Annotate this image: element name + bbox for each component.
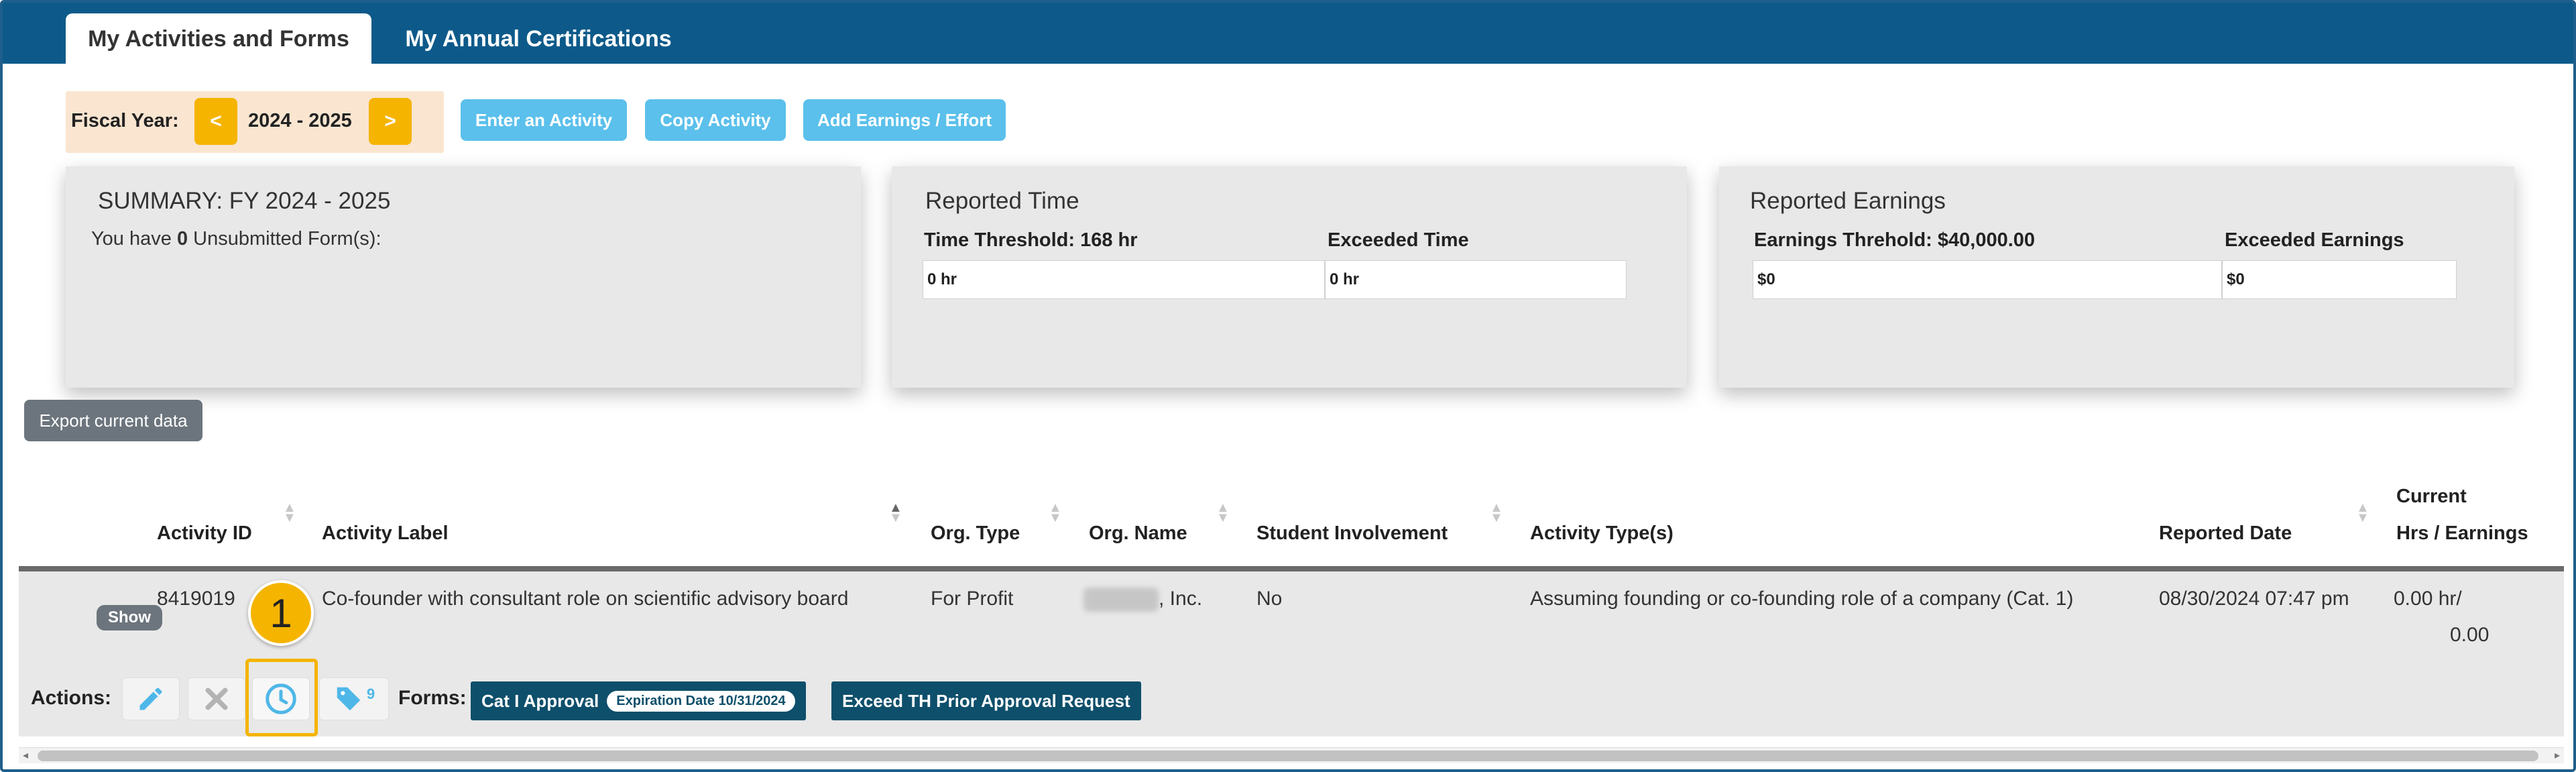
cell-current-earnings: 0.00: [2450, 624, 2490, 646]
prev-year-button[interactable]: <: [194, 98, 237, 145]
col-activity-types[interactable]: Activity Type(s): [1530, 522, 1674, 545]
col-current-line1[interactable]: Current: [2396, 486, 2467, 508]
actions-label: Actions:: [31, 687, 111, 709]
earnings-threshold-value: $0: [1753, 260, 2222, 299]
export-data-button[interactable]: Export current data: [24, 400, 202, 441]
unsubmitted-forms-text: You have 0 Unsubmitted Form(s):: [91, 228, 382, 250]
redacted-org-name: [1084, 588, 1159, 612]
exceeded-time-value: 0 hr: [1325, 260, 1627, 299]
scrollbar-thumb[interactable]: [38, 751, 2538, 761]
time-threshold-value: 0 hr: [923, 260, 1325, 299]
tag-count: 9: [366, 685, 375, 702]
unsubmitted-prefix: You have: [91, 228, 177, 250]
tab-annual-certifications[interactable]: My Annual Certifications: [388, 13, 689, 64]
form-exceed-th[interactable]: Exceed TH Prior Approval Request: [831, 681, 1141, 720]
col-activity-label[interactable]: Activity Label: [322, 522, 449, 545]
fiscal-year-value: 2024 - 2025: [248, 110, 352, 131]
unsubmitted-suffix: Unsubmitted Form(s):: [188, 228, 382, 250]
summary-title: SUMMARY: FY 2024 - 2025: [98, 188, 391, 214]
form-cat1-approval[interactable]: Cat I Approval Expiration Date 10/31/202…: [471, 681, 806, 720]
sort-icon[interactable]: ▲ ▼: [283, 501, 296, 525]
cell-student-involvement: No: [1256, 588, 1283, 610]
fiscal-year-label: Fiscal Year:: [71, 110, 179, 131]
col-current-line2[interactable]: Hrs / Earnings: [2396, 522, 2528, 545]
app-window: My Activities and Forms My Annual Certif…: [0, 0, 2576, 772]
enter-activity-button[interactable]: Enter an Activity: [461, 99, 627, 141]
close-icon: [205, 687, 228, 710]
tag-icon: [337, 687, 361, 711]
cell-reported-date: 08/30/2024 07:47 pm: [2159, 588, 2349, 610]
expiration-badge: Expiration Date 10/31/2024: [607, 690, 795, 712]
show-details-button[interactable]: Show: [97, 605, 162, 630]
summary-card: SUMMARY: FY 2024 - 2025 You have 0 Unsub…: [66, 166, 861, 388]
cell-current-hours: 0.00 hr/: [2394, 588, 2462, 610]
cell-org-name: , Inc.: [1159, 588, 1203, 610]
col-activity-id[interactable]: Activity ID: [157, 522, 252, 545]
col-org-name[interactable]: Org. Name: [1089, 522, 1187, 545]
add-earnings-button[interactable]: Add Earnings / Effort: [803, 99, 1006, 141]
horizontal-scrollbar[interactable]: ◂ ▸: [19, 747, 2564, 763]
sort-icon[interactable]: ▲ ▼: [1490, 501, 1503, 525]
step-callout: 1: [248, 580, 314, 646]
exceeded-time-label: Exceeded Time: [1328, 229, 1469, 251]
sort-icon[interactable]: ▲ ▼: [1049, 501, 1062, 525]
scroll-left-icon[interactable]: ◂: [23, 749, 28, 762]
forms-label: Forms:: [398, 687, 467, 709]
tab-my-activities[interactable]: My Activities and Forms: [66, 13, 371, 64]
sort-icon[interactable]: ▲ ▼: [1216, 501, 1230, 525]
edit-button[interactable]: [122, 677, 180, 720]
time-threshold-label: Time Threshold: 168 hr: [924, 229, 1138, 251]
reported-earnings-title: Reported Earnings: [1750, 188, 1946, 214]
tab-bar: My Activities and Forms My Annual Certif…: [3, 3, 2573, 64]
cell-activity-id: 8419019: [157, 588, 235, 610]
scroll-right-icon[interactable]: ▸: [2555, 749, 2560, 762]
form-cat1-label: Cat I Approval: [481, 690, 599, 711]
highlight-box: [245, 659, 318, 736]
reported-time-card: Reported Time Time Threshold: 168 hr 0 h…: [892, 166, 1687, 388]
unsubmitted-count: 0: [176, 228, 188, 250]
exceeded-earnings-label: Exceeded Earnings: [2225, 229, 2404, 251]
cell-org-type: For Profit: [931, 588, 1014, 610]
col-reported-date[interactable]: Reported Date: [2159, 522, 2292, 545]
reported-earnings-card: Reported Earnings Earnings Threhold: $40…: [1719, 166, 2514, 388]
fiscal-year-selector: Fiscal Year: < 2024 - 2025 >: [66, 91, 444, 153]
col-org-type[interactable]: Org. Type: [931, 522, 1020, 545]
reported-time-title: Reported Time: [925, 188, 1079, 214]
sort-icon[interactable]: ▲ ▼: [2356, 501, 2369, 525]
pencil-icon: [139, 687, 162, 710]
sort-icon[interactable]: ▲ ▼: [889, 501, 902, 525]
delete-button[interactable]: [188, 677, 245, 720]
cell-activity-label: Co-founder with consultant role on scien…: [322, 588, 849, 610]
copy-activity-button[interactable]: Copy Activity: [645, 99, 786, 141]
exceeded-earnings-value: $0: [2222, 260, 2457, 299]
col-student-involvement[interactable]: Student Involvement: [1256, 522, 1448, 545]
next-year-button[interactable]: >: [369, 98, 412, 145]
earnings-threshold-label: Earnings Threhold: $40,000.00: [1754, 229, 2036, 251]
cell-activity-types: Assuming founding or co-founding role of…: [1530, 588, 2074, 610]
tags-button[interactable]: 9: [319, 677, 389, 720]
